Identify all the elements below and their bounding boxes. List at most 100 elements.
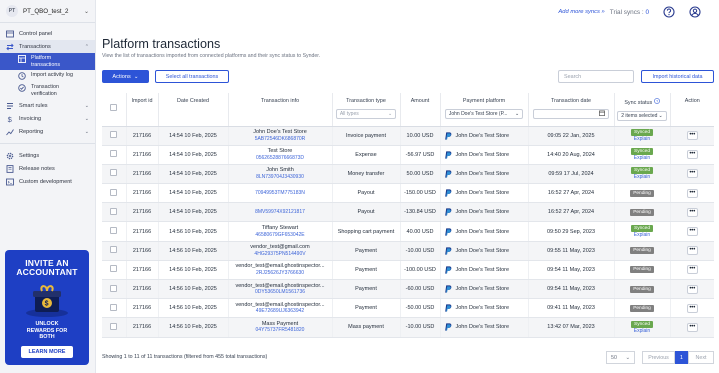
invite-accountant-promo[interactable]: INVITE AN ACCOUNTANT $ UNLOCK REWARDS FO…: [5, 250, 89, 365]
table-row[interactable]: 217166 14:54 10 Feb, 2025 John Doe's Test …: [102, 126, 714, 146]
table-row[interactable]: 217166 14:56 10 Feb, 2025 Mass Payment 04Y7…: [102, 317, 714, 338]
explain-link[interactable]: Explain: [615, 328, 670, 334]
row-checkbox-cell[interactable]: [102, 126, 126, 146]
more-actions-icon[interactable]: •••: [686, 303, 698, 313]
actions-dropdown-button[interactable]: Actions ⌄: [102, 70, 149, 83]
transaction-id-link[interactable]: 04Y75737FR5481820: [229, 327, 332, 334]
table-row[interactable]: 217166 14:56 10 Feb, 2025 vendor_test@emai…: [102, 298, 714, 319]
table-row[interactable]: 217166 14:56 10 Feb, 2025 Tiffany Stewart 4…: [102, 221, 714, 242]
transaction-id-link[interactable]: 70949953TM775183N: [229, 190, 332, 197]
col-amount[interactable]: Amount: [399, 93, 440, 127]
transaction-id-link[interactable]: 8MV59974X92121817: [229, 209, 332, 216]
transaction-id-link[interactable]: 46580679GF653042E: [229, 232, 332, 239]
table-row[interactable]: 217166 14:54 10 Feb, 2025 John Smith 8LN739…: [102, 164, 714, 185]
more-actions-icon[interactable]: •••: [686, 169, 698, 179]
sidebar-item-transactions[interactable]: Transactions ⌃: [0, 40, 95, 53]
row-checkbox[interactable]: [110, 284, 118, 292]
more-actions-icon[interactable]: •••: [686, 322, 698, 332]
sidebar-item-transaction-verification[interactable]: Transaction verification: [0, 82, 95, 99]
learn-more-button[interactable]: LEARN MORE: [20, 345, 74, 358]
sidebar-item-import-activity-log[interactable]: Import activity log: [0, 70, 95, 82]
transaction-id-link[interactable]: 4HG29375PN514490V: [229, 251, 332, 258]
row-checkbox-cell[interactable]: [102, 202, 126, 223]
col-transaction-date[interactable]: Transaction date: [527, 93, 614, 127]
sidebar-item-platform-transactions[interactable]: Platform transactions: [0, 53, 95, 71]
col-transaction-info[interactable]: Transaction info: [227, 93, 332, 127]
sidebar-item-invoicing[interactable]: $ Invoicing ⌄: [0, 112, 95, 125]
sidebar-item-control-panel[interactable]: Control panel: [0, 27, 95, 40]
more-actions-icon[interactable]: •••: [686, 150, 698, 160]
search-input[interactable]: Search: [558, 70, 634, 83]
previous-page-button[interactable]: Previous: [642, 351, 675, 364]
row-checkbox-cell[interactable]: [102, 260, 126, 281]
col-import-id[interactable]: Import id: [125, 93, 158, 127]
select-all-checkbox-cell[interactable]: [102, 93, 126, 127]
more-actions-icon[interactable]: •••: [686, 284, 698, 294]
next-page-button[interactable]: Next: [688, 351, 714, 364]
row-checkbox[interactable]: [110, 303, 118, 311]
row-checkbox[interactable]: [110, 207, 118, 215]
select-all-transactions-button[interactable]: Select all transactions: [155, 70, 229, 83]
row-checkbox[interactable]: [110, 131, 118, 139]
row-checkbox[interactable]: [110, 188, 118, 196]
col-date-created[interactable]: Date Created: [157, 93, 228, 127]
sidebar-item-settings[interactable]: Settings: [0, 149, 95, 162]
row-checkbox[interactable]: [110, 169, 118, 177]
page-size-select[interactable]: 50 ⌄: [606, 351, 635, 364]
col-sync-status[interactable]: Sync status ? 2 items selected ⌄: [613, 93, 670, 127]
row-checkbox-cell[interactable]: [102, 164, 126, 185]
row-checkbox[interactable]: [110, 265, 118, 273]
sidebar-item-custom-development[interactable]: Custom development: [0, 175, 95, 188]
table-row[interactable]: 217166 14:54 10 Feb, 2025 70949953TM775183…: [102, 183, 714, 204]
transaction-id-link[interactable]: 8LN739704J3430930: [229, 174, 332, 181]
org-switcher[interactable]: PT PT_QBO_test_2 ⌄: [0, 0, 95, 22]
transaction-id-link[interactable]: 49E72689UJ6363942: [229, 308, 332, 315]
help-icon[interactable]: ?: [653, 98, 660, 106]
row-checkbox[interactable]: [110, 227, 118, 235]
page-1-button[interactable]: 1: [675, 351, 688, 364]
table-row[interactable]: 217166 14:56 10 Feb, 2025 vendor_test@gmai…: [102, 241, 714, 261]
row-checkbox[interactable]: [110, 322, 118, 330]
row-checkbox-cell[interactable]: [102, 298, 126, 319]
import-historical-data-button[interactable]: Import historical data: [641, 70, 714, 83]
more-actions-icon[interactable]: •••: [686, 246, 698, 256]
more-actions-icon[interactable]: •••: [686, 188, 698, 198]
transaction-date-filter[interactable]: [532, 109, 610, 119]
row-checkbox-cell[interactable]: [102, 241, 126, 261]
transaction-id-link[interactable]: 0562652887666873D: [229, 155, 332, 162]
select-all-checkbox[interactable]: [110, 104, 118, 111]
row-checkbox-cell[interactable]: [102, 317, 126, 338]
table-row[interactable]: 217166 14:56 10 Feb, 2025 vendor_test@emai…: [102, 260, 714, 281]
sync-status-filter[interactable]: 2 items selected ⌄: [617, 111, 667, 121]
table-row[interactable]: 217166 14:56 10 Feb, 2025 vendor_test@emai…: [102, 279, 714, 300]
transaction-id-link[interactable]: 2RJ25626JY3766630: [229, 270, 332, 277]
more-actions-icon[interactable]: •••: [686, 227, 698, 237]
sidebar-item-smart-rules[interactable]: Smart rules ⌄: [0, 99, 95, 112]
add-more-syncs-link[interactable]: Add more syncs »: [558, 9, 604, 15]
payment-platform-filter[interactable]: John Doe's Test Store (P... ⌄: [444, 109, 524, 119]
row-checkbox[interactable]: [110, 246, 118, 254]
table-row[interactable]: 217166 14:54 10 Feb, 2025 Test Store 056265…: [102, 145, 714, 165]
col-payment-platform[interactable]: Payment platform John Doe's Test Store (…: [439, 93, 528, 127]
row-checkbox-cell[interactable]: [102, 279, 126, 300]
user-account-icon[interactable]: [689, 6, 701, 18]
row-checkbox[interactable]: [110, 150, 118, 158]
explain-link[interactable]: Explain: [615, 174, 670, 180]
more-actions-icon[interactable]: •••: [686, 131, 698, 141]
transaction-id-link[interactable]: 5AB72546DK686870R: [229, 136, 332, 143]
explain-link[interactable]: Explain: [615, 232, 670, 238]
more-actions-icon[interactable]: •••: [686, 265, 698, 275]
sidebar-item-reporting[interactable]: Reporting ⌄: [0, 125, 95, 138]
transaction-type-filter[interactable]: All types ⌄: [335, 109, 397, 119]
table-row[interactable]: 217166 14:54 10 Feb, 2025 8MV59974X9212181…: [102, 202, 714, 223]
row-checkbox-cell[interactable]: [102, 183, 126, 204]
row-checkbox-cell[interactable]: [102, 145, 126, 165]
sidebar-item-release-notes[interactable]: Release notes: [0, 162, 95, 175]
row-checkbox-cell[interactable]: [102, 221, 126, 242]
more-actions-icon[interactable]: •••: [686, 207, 698, 217]
help-icon[interactable]: [663, 6, 675, 18]
explain-link[interactable]: Explain: [615, 136, 670, 142]
explain-link[interactable]: Explain: [615, 155, 670, 161]
transaction-id-link[interactable]: 0DY53650LM1561736: [229, 289, 332, 296]
col-transaction-type[interactable]: Transaction type All types ⌄: [331, 93, 400, 127]
